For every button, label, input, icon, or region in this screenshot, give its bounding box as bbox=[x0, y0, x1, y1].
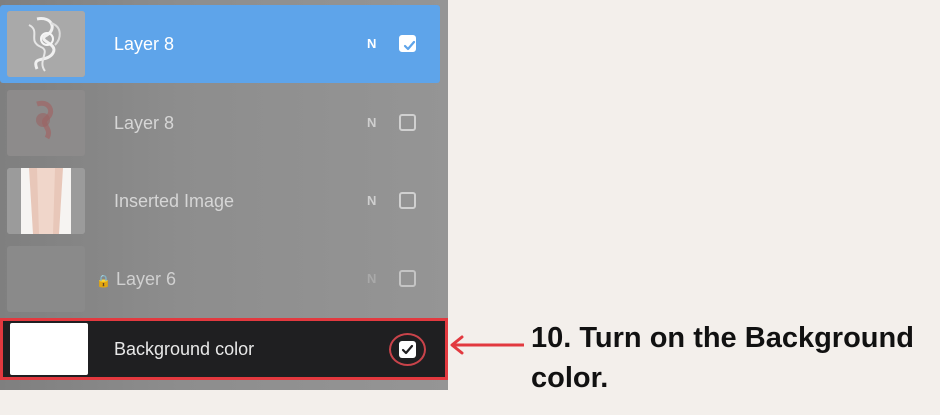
instruction-caption: 10. Turn on the Background color. bbox=[531, 322, 914, 394]
background-color-swatch[interactable] bbox=[10, 323, 88, 375]
blend-mode-button[interactable]: N bbox=[367, 240, 376, 318]
visibility-checkbox[interactable] bbox=[399, 35, 416, 52]
layer-row-inserted-image[interactable]: Inserted Image N bbox=[0, 162, 440, 240]
blend-mode-button[interactable]: N bbox=[367, 162, 376, 240]
lock-icon: 🔒 bbox=[96, 274, 111, 288]
background-visibility-checkbox[interactable] bbox=[399, 341, 416, 358]
layer-row-layer-8-selected[interactable]: Layer 8 N bbox=[0, 5, 440, 83]
layer-row-layer-6[interactable]: 🔒 Layer 6 N bbox=[0, 240, 440, 318]
blend-mode-button[interactable]: N bbox=[367, 84, 376, 162]
checkmark-icon bbox=[401, 344, 414, 355]
blend-mode-button[interactable]: N bbox=[367, 5, 376, 83]
layer-thumbnail-red-sketch bbox=[7, 90, 85, 156]
checkmark-icon bbox=[403, 40, 416, 51]
arrow-left-icon bbox=[450, 335, 524, 355]
layer-thumbnail-tattoo-sketch bbox=[7, 11, 85, 77]
visibility-checkbox[interactable] bbox=[399, 114, 416, 131]
layers-panel: Layer 8 N Layer 8 N Inserted Image N 🔒 L… bbox=[0, 0, 448, 390]
layer-thumbnail-empty bbox=[7, 246, 85, 312]
layer-name: Layer 8 bbox=[114, 113, 175, 133]
background-color-layer-row[interactable]: Background color bbox=[0, 318, 448, 380]
layer-name: Layer 8 bbox=[114, 34, 175, 54]
layer-name: Background color bbox=[114, 339, 255, 359]
layer-thumbnail-skin-photo bbox=[7, 168, 85, 234]
visibility-checkbox[interactable] bbox=[399, 192, 416, 209]
layer-row-layer-8[interactable]: Layer 8 N bbox=[0, 84, 440, 162]
layer-name: 🔒 Layer 6 bbox=[96, 269, 177, 289]
layer-name: Inserted Image bbox=[114, 191, 235, 211]
visibility-checkbox[interactable] bbox=[399, 270, 416, 287]
